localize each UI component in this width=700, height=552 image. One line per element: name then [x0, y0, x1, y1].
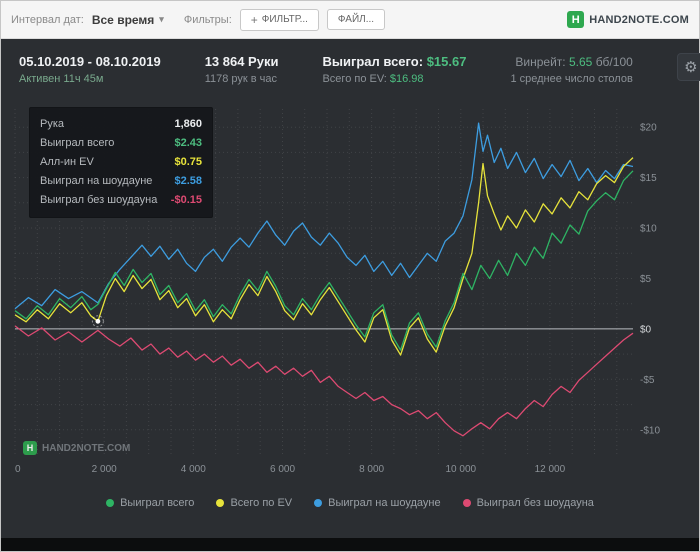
filters-label: Фильтры:: [183, 13, 232, 26]
legend-dot: [216, 499, 225, 507]
tooltip-label: Алл-ин EV: [40, 156, 94, 168]
report-panel: 05.10.2019 - 08.10.2019 Активен 11ч 45м …: [1, 39, 700, 538]
legend-label: Выиграл на шоудауне: [328, 497, 441, 509]
app-window: Интервал дат: Все время ▾ Фильтры: + ФИЛ…: [0, 0, 700, 552]
chart-area: 0 2 000 4 000 6 000 8 000 10 000 12 000 $20 $15 $…: [11, 103, 689, 489]
ev-total-label: Всего по EV:: [322, 73, 387, 85]
y-tick-label: $20: [640, 123, 657, 134]
tooltip-value: $2.43: [174, 137, 202, 149]
date-interval-dropdown[interactable]: Все время ▾: [92, 13, 164, 27]
x-tick-label: 10 000: [446, 464, 477, 475]
hands-count: 13 864 Руки: [204, 54, 279, 69]
winnings-block: Выиграл всего: $15.67 Всего по EV: $16.9…: [322, 53, 466, 87]
tooltip-label: Выиграл всего: [40, 137, 115, 149]
legend-label: Всего по EV: [230, 497, 293, 509]
hands-block: 13 864 Руки 1178 рук в час: [205, 53, 279, 87]
hover-marker-dot: [95, 318, 101, 324]
legend-dot: [314, 499, 323, 507]
chart-tooltip: Рука 1,860 Выиграл всего $2.43 Алл-ин EV $0.7…: [29, 107, 213, 218]
tooltip-value: $0.75: [174, 156, 202, 168]
x-tick-label: 6 000: [270, 464, 295, 475]
ev-total-value: $16.98: [389, 73, 424, 85]
hand2note-watermark-icon: H: [23, 441, 37, 455]
brand-text: HAND2NOTE.COM: [589, 13, 689, 26]
bottom-strip: [1, 538, 699, 551]
tooltip-label: Выиграл на шоудауне: [40, 175, 153, 187]
winrate-suffix: бб/100: [595, 55, 633, 69]
legend-dot: [106, 499, 115, 507]
y-tick-label: $10: [640, 224, 657, 235]
y-tick-label: -$10: [640, 425, 660, 436]
winrate-block: Винрейт: 5.65 бб/100 1 среднее число сто…: [510, 53, 632, 87]
add-filter-label: ФИЛЬТР...: [261, 14, 308, 25]
file-button[interactable]: ФАЙЛ...: [326, 9, 386, 30]
top-toolbar: Интервал дат: Все время ▾ Фильтры: + ФИЛ…: [1, 1, 699, 39]
chart-watermark: H HAND2NOTE.COM: [23, 441, 130, 455]
legend-item-non-showdown[interactable]: Выиграл без шоудауна: [462, 497, 594, 509]
date-range: 05.10.2019 - 08.10.2019: [19, 54, 161, 69]
y-tick-label: -$5: [640, 375, 655, 386]
tooltip-label: Выиграл без шоудауна: [40, 194, 158, 206]
y-tick-label: $5: [640, 274, 652, 285]
legend-dot: [462, 499, 471, 507]
tooltip-row: Алл-ин EV $0.75: [40, 153, 202, 172]
y-tick-label: $15: [640, 173, 657, 184]
tooltip-value: -$0.15: [170, 194, 202, 206]
plus-icon: +: [250, 12, 258, 27]
legend-item-showdown[interactable]: Выиграл на шоудауне: [314, 497, 441, 509]
tooltip-label: Рука: [40, 118, 65, 130]
settings-button[interactable]: ⚙: [676, 53, 700, 81]
gear-icon: ⚙: [684, 59, 698, 76]
tooltip-row: Выиграл всего $2.43: [40, 134, 202, 153]
non-showdown-line: [14, 325, 634, 437]
hands-per-hour: 1178 рук в час: [204, 73, 278, 85]
chevron-down-icon: ▾: [159, 14, 164, 24]
stats-header: 05.10.2019 - 08.10.2019 Активен 11ч 45м …: [11, 39, 700, 103]
date-range-block: 05.10.2019 - 08.10.2019 Активен 11ч 45м: [19, 53, 161, 87]
watermark-text: HAND2NOTE.COM: [42, 442, 131, 454]
winrate-value: 5.65: [568, 55, 593, 69]
x-tick-label: 8 000: [359, 464, 384, 475]
file-button-label: ФАЙЛ...: [337, 14, 375, 25]
avg-tables: 1 среднее число столов: [510, 73, 633, 85]
x-tick-label: 0: [15, 464, 21, 475]
legend-label: Выиграл всего: [120, 497, 195, 509]
add-filter-button[interactable]: + ФИЛЬТР...: [239, 8, 319, 31]
x-tick-label: 12 000: [535, 464, 566, 475]
hand2note-logo-icon: H: [567, 11, 585, 28]
tooltip-value: 1,860: [174, 118, 202, 130]
tooltip-row: Выиграл на шоудауне $2.58: [40, 172, 202, 191]
tooltip-row: Рука 1,860: [40, 115, 202, 134]
date-interval-value: Все время: [91, 12, 155, 27]
won-total-label: Выиграл всего:: [322, 54, 424, 69]
won-total-value: $15.67: [426, 54, 467, 69]
tooltip-value: $2.58: [174, 175, 202, 187]
x-tick-label: 4 000: [181, 464, 206, 475]
chart-legend: Выиграл всего Всего по EV Выиграл на шоуда…: [11, 489, 689, 509]
active-time: Активен 11ч 45м: [19, 73, 104, 85]
legend-item-ev-total[interactable]: Всего по EV: [216, 497, 292, 509]
y-tick-label: $0: [640, 324, 652, 335]
x-tick-label: 2 000: [92, 464, 117, 475]
tooltip-row: Выиграл без шоудауна -$0.15: [40, 191, 202, 210]
date-interval-label: Интервал дат:: [11, 13, 84, 26]
legend-label: Выиграл без шоудауна: [476, 497, 594, 509]
winrate-label: Винрейт:: [515, 55, 566, 69]
hand2note-brand[interactable]: H HAND2NOTE.COM: [567, 11, 689, 28]
legend-item-won-total[interactable]: Выиграл всего: [106, 497, 194, 509]
